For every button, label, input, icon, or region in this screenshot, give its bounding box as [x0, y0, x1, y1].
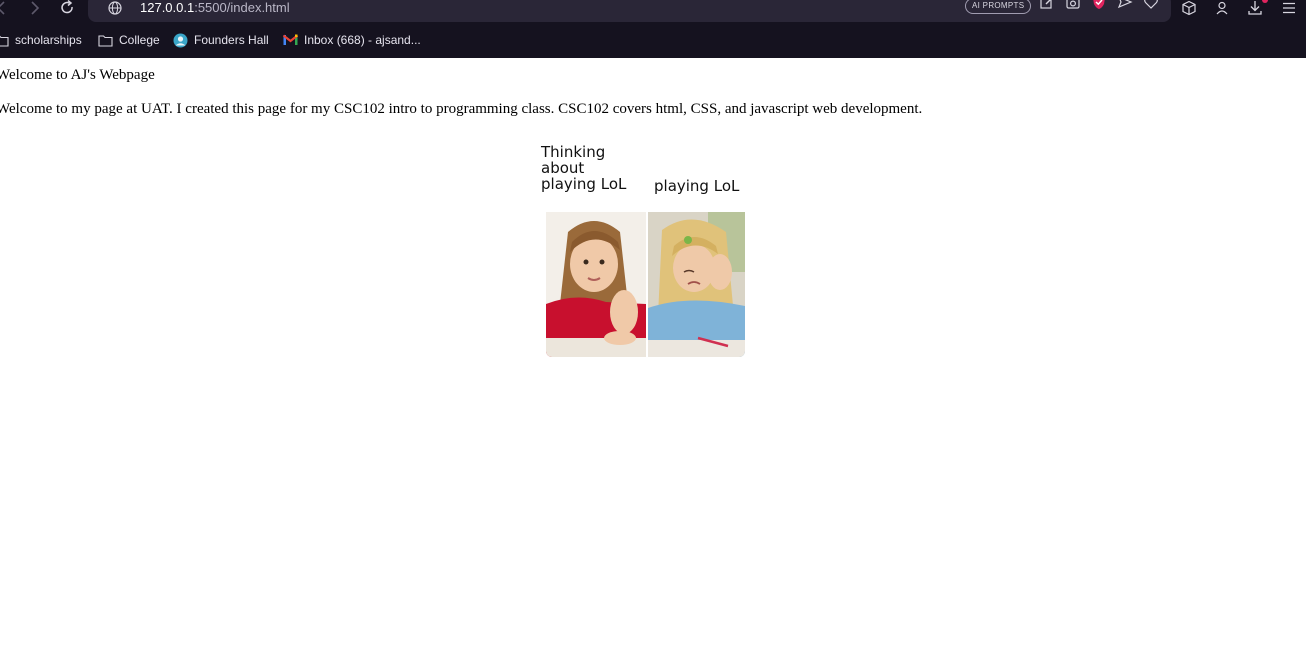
meme-right-caption: playing LoL — [654, 177, 740, 195]
bookmark-label: Founders Hall — [194, 33, 269, 47]
globe-icon — [108, 1, 122, 15]
url-path: :5500/index.html — [194, 0, 290, 15]
meme-left-panel — [546, 212, 646, 357]
forward-icon[interactable] — [26, 0, 42, 16]
founders-hall-icon — [173, 33, 188, 48]
url-text: 127.0.0.1:5500/index.html — [140, 1, 290, 15]
folder-icon — [98, 33, 113, 48]
page-intro: Welcome to my page at UAT. I created thi… — [0, 101, 923, 117]
bookmark-scholarships[interactable]: scholarships — [0, 32, 82, 48]
gmail-icon — [283, 33, 298, 48]
download-badge — [1262, 0, 1268, 3]
browser-toolbar: 127.0.0.1:5500/index.html AI PROMPTS — [0, 0, 1306, 24]
heart-icon[interactable] — [1143, 0, 1159, 10]
bookmark-label: scholarships — [15, 33, 82, 47]
meme-right-panel — [648, 212, 745, 357]
page-heading: Welcome to AJ's Webpage — [0, 67, 155, 83]
bookmark-inbox[interactable]: Inbox (668) - ajsand... — [283, 32, 421, 48]
bookmark-founders-hall[interactable]: Founders Hall — [173, 32, 269, 48]
page-content: Welcome to AJ's Webpage Welcome to my pa… — [0, 58, 1306, 655]
bookmarks-bar: scholarships College Founders Hall Inbox… — [0, 24, 1306, 58]
profile-icon[interactable] — [1214, 0, 1230, 16]
address-bar[interactable]: 127.0.0.1:5500/index.html AI PROMPTS — [88, 0, 1171, 22]
shield-icon[interactable] — [1091, 0, 1107, 10]
meme-image: Thinking about playing LoL playing LoL — [541, 143, 747, 357]
download-icon[interactable] — [1247, 0, 1263, 16]
camera-icon[interactable] — [1065, 0, 1081, 10]
bookmark-label: Inbox (668) - ajsand... — [304, 33, 421, 47]
cube-icon[interactable] — [1181, 0, 1197, 16]
send-icon[interactable] — [1117, 0, 1133, 10]
back-icon[interactable] — [0, 0, 10, 16]
reload-icon[interactable] — [59, 0, 75, 16]
bookmark-label: College — [119, 33, 160, 47]
meme-left-caption: Thinking about playing LoL — [541, 143, 627, 193]
folder-icon — [0, 33, 9, 48]
ai-prompts-button[interactable]: AI PROMPTS — [965, 0, 1032, 14]
edit-icon[interactable] — [1039, 0, 1055, 10]
menu-icon[interactable] — [1281, 0, 1297, 16]
url-host: 127.0.0.1 — [140, 0, 195, 15]
bookmark-college[interactable]: College — [98, 32, 160, 48]
